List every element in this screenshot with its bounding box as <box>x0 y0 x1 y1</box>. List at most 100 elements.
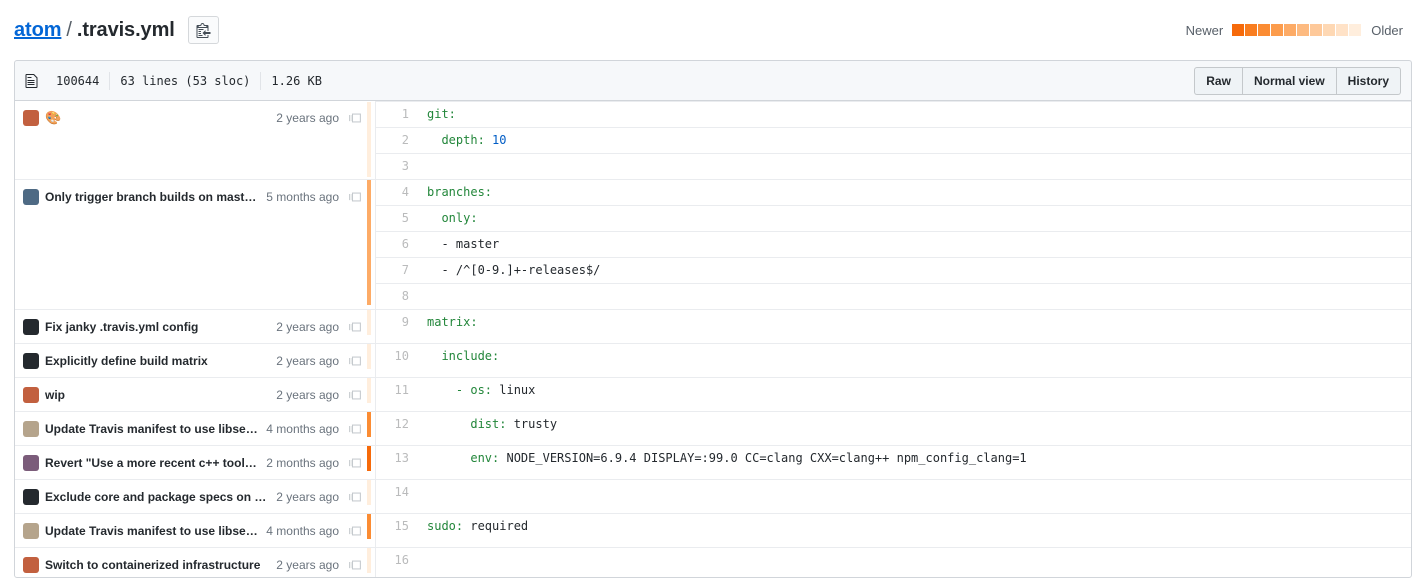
blame-line-row: 🎨2 years ago1git: <box>15 102 1411 128</box>
commit-message-link[interactable]: wip <box>45 388 268 402</box>
line-number[interactable]: 9 <box>375 310 419 344</box>
code-token: matrix: <box>427 315 478 329</box>
commit-message-link[interactable]: Fix janky .travis.yml config <box>45 320 268 334</box>
blame-line-row: Update Travis manifest to use libsecr… 4 … <box>15 514 1411 548</box>
commit-timestamp: 2 months ago <box>266 456 345 470</box>
commit-age-stripe <box>367 480 375 514</box>
avatar[interactable] <box>23 353 39 369</box>
avatar[interactable] <box>23 455 39 471</box>
line-number[interactable]: 3 <box>375 154 419 180</box>
code-line: matrix: <box>419 310 1411 344</box>
blame-table-container[interactable]: 🎨 2 years ago 1 git: 2 depth: 103 Only trigg… <box>14 100 1412 578</box>
raw-button[interactable]: Raw <box>1194 67 1243 95</box>
avatar[interactable] <box>23 557 39 573</box>
avatar[interactable] <box>23 489 39 505</box>
code-token: - /^[0-9.]+-releases$/ <box>427 263 600 277</box>
commit-message-link[interactable]: Update Travis manifest to use libsecr… <box>45 524 258 538</box>
versions-icon[interactable] <box>345 319 367 335</box>
commit-age-stripe <box>367 412 375 446</box>
commit-message-link[interactable]: Explicitly define build matrix <box>45 354 268 368</box>
clipboard-copy-icon[interactable] <box>188 16 219 44</box>
breadcrumb-repo-link[interactable]: atom <box>14 19 61 42</box>
blame-commit-cell: Switch to containerized infrastructure2 … <box>15 548 367 579</box>
file-line-count: 63 lines (53 sloc) <box>110 74 260 88</box>
versions-icon[interactable] <box>345 387 367 403</box>
legend-older-label: Older <box>1362 23 1412 38</box>
legend-newer-label: Newer <box>1177 23 1233 38</box>
commit-timestamp: 2 years ago <box>276 490 345 504</box>
versions-icon[interactable] <box>345 557 367 573</box>
blame-commit-cell: Revert "Use a more recent c++ toolc… 2 mo… <box>15 446 367 480</box>
line-number[interactable]: 16 <box>375 548 419 579</box>
code-token: linux <box>492 383 535 397</box>
line-number[interactable]: 1 <box>375 102 419 128</box>
history-button[interactable]: History <box>1337 67 1401 95</box>
code-line: - /^[0-9.]+-releases$/ <box>419 258 1411 284</box>
commit-age-stripe <box>367 514 375 548</box>
code-line: - master <box>419 232 1411 258</box>
code-token: trusty <box>506 417 557 431</box>
blame-table: 🎨 2 years ago 1 git: 2 depth: 103 Only trigg… <box>15 101 1411 578</box>
avatar[interactable] <box>23 110 39 126</box>
code-token: env: <box>427 451 499 465</box>
code-line: env: NODE_VERSION=6.9.4 DISPLAY=:99.0 CC… <box>419 446 1411 480</box>
commit-message-link[interactable]: Update Travis manifest to use libsecr… <box>45 422 258 436</box>
commit-message-link[interactable]: Only trigger branch builds on master… <box>45 190 258 204</box>
line-number[interactable]: 5 <box>375 206 419 232</box>
avatar[interactable] <box>23 319 39 335</box>
blame-commit-cell: Only trigger branch builds on master…5 m… <box>15 180 367 310</box>
code-token: 10 <box>492 133 506 147</box>
blame-commit-cell: Explicitly define build matrix2 years ag… <box>15 344 367 378</box>
code-line: only: <box>419 206 1411 232</box>
legend-swatch-9 <box>1349 24 1361 36</box>
code-line <box>419 548 1411 579</box>
file-mode: 100644 <box>46 74 109 88</box>
line-number[interactable]: 14 <box>375 480 419 514</box>
file-meta-bar: 100644 63 lines (53 sloc) 1.26 KB Raw No… <box>14 60 1412 100</box>
code-token: git: <box>427 107 456 121</box>
versions-icon[interactable] <box>345 421 367 437</box>
blame-line-row: wip2 years ago11 - os: linux <box>15 378 1411 412</box>
code-token <box>485 133 492 147</box>
avatar[interactable] <box>23 421 39 437</box>
versions-icon[interactable] <box>345 189 367 205</box>
avatar[interactable] <box>23 523 39 539</box>
line-number[interactable]: 13 <box>375 446 419 480</box>
legend-swatch-5 <box>1297 24 1309 36</box>
commit-age-stripe <box>367 310 375 344</box>
avatar[interactable] <box>23 189 39 205</box>
line-number[interactable]: 11 <box>375 378 419 412</box>
code-token: NODE_VERSION=6.9.4 DISPLAY=:99.0 CC=clan… <box>499 451 1026 465</box>
versions-icon[interactable] <box>345 110 367 126</box>
file-icon <box>25 73 38 89</box>
line-number[interactable]: 8 <box>375 284 419 310</box>
line-number[interactable]: 2 <box>375 128 419 154</box>
commit-age-stripe <box>367 378 375 412</box>
breadcrumb: atom / .travis.yml <box>14 19 175 42</box>
line-number[interactable]: 12 <box>375 412 419 446</box>
legend-swatch-6 <box>1310 24 1322 36</box>
line-number[interactable]: 7 <box>375 258 419 284</box>
normal-view-button[interactable]: Normal view <box>1243 67 1337 95</box>
blame-line-row: Explicitly define build matrix2 years ag… <box>15 344 1411 378</box>
versions-icon[interactable] <box>345 489 367 505</box>
commit-timestamp: 4 months ago <box>266 524 345 538</box>
versions-icon[interactable] <box>345 353 367 369</box>
commit-message-link[interactable]: Exclude core and package specs on … <box>45 490 268 504</box>
commit-message-link[interactable]: Revert "Use a more recent c++ toolc… <box>45 456 258 470</box>
line-number[interactable]: 10 <box>375 344 419 378</box>
line-number[interactable]: 6 <box>375 232 419 258</box>
legend-swatch-4 <box>1284 24 1296 36</box>
line-number[interactable]: 4 <box>375 180 419 206</box>
age-legend: Newer Older <box>1177 23 1412 38</box>
line-number[interactable]: 15 <box>375 514 419 548</box>
commit-message-link[interactable]: Switch to containerized infrastructure <box>45 558 268 572</box>
versions-icon[interactable] <box>345 523 367 539</box>
blame-line-row: Switch to containerized infrastructure2 … <box>15 548 1411 579</box>
blame-page: atom / .travis.yml Newer Older 100644 63… <box>0 0 1426 582</box>
avatar[interactable] <box>23 387 39 403</box>
legend-swatch-0 <box>1232 24 1244 36</box>
versions-icon[interactable] <box>345 455 367 471</box>
code-line: depth: 10 <box>419 128 1411 154</box>
commit-message-link[interactable]: 🎨 <box>45 110 268 126</box>
